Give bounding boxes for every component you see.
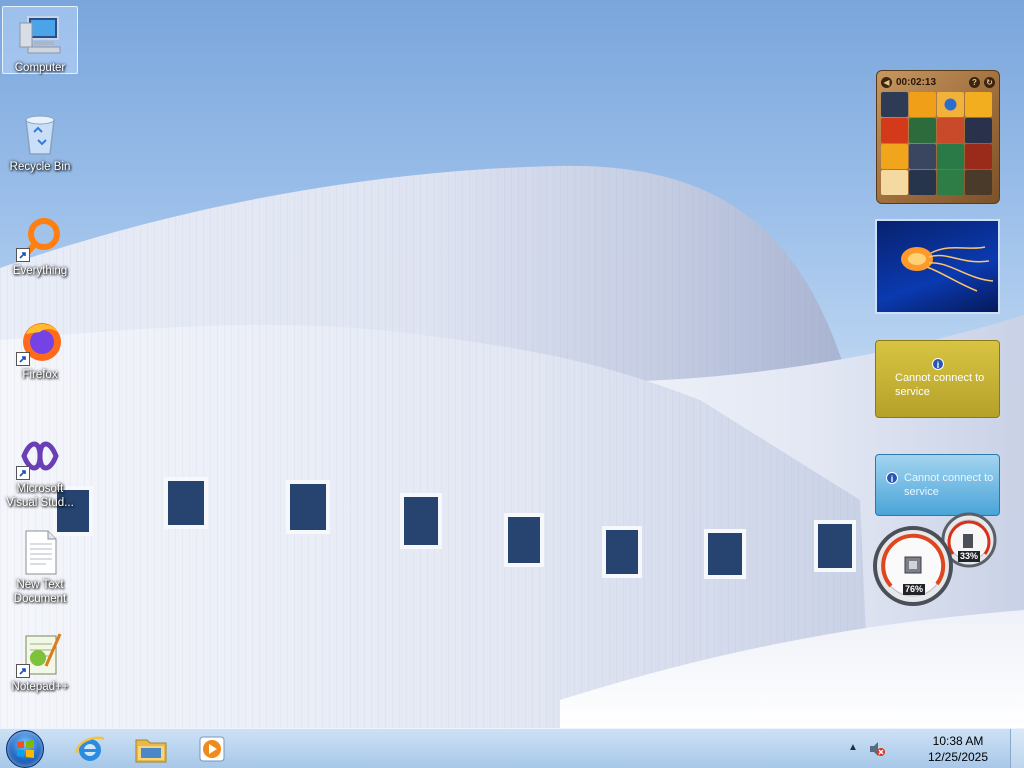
- jellyfish-image: [901, 246, 994, 292]
- desktop-icon-everything[interactable]: Everything: [2, 214, 78, 278]
- puzzle-tile[interactable]: [909, 144, 936, 169]
- desktop-icon-label: Everything: [12, 265, 68, 277]
- weather-error-message: Cannot connect to service: [895, 372, 985, 398]
- notification-area: ▲ 10:38 AM 12/25/2025: [834, 729, 1024, 768]
- firefox-icon: [16, 318, 64, 366]
- shortcut-arrow-icon: [16, 466, 30, 480]
- puzzle-tile[interactable]: [965, 118, 992, 143]
- feed-headlines-gadget[interactable]: i Cannot connect to service: [875, 454, 1000, 516]
- taskbar-windows-explorer[interactable]: [124, 731, 178, 767]
- desktop-icon-firefox[interactable]: Firefox: [2, 318, 78, 382]
- desktop-icon-label: Microsoft Visual Stud...: [6, 483, 74, 509]
- folder-icon: [135, 739, 167, 763]
- media-player-icon: [199, 736, 225, 762]
- memory-usage-value: 33%: [958, 551, 980, 562]
- puzzle-tile[interactable]: [965, 144, 992, 169]
- slide-show-gadget[interactable]: [875, 219, 1000, 314]
- notepad-plus-plus-icon: [16, 630, 64, 678]
- text-document-icon: [16, 528, 64, 576]
- puzzle-grid[interactable]: [881, 92, 995, 195]
- everything-search-icon: [16, 214, 64, 262]
- puzzle-tile[interactable]: [881, 118, 908, 143]
- show-desktop-button[interactable]: [1010, 729, 1024, 768]
- puzzle-tile[interactable]: [965, 170, 992, 195]
- cpu-meter-gadget[interactable]: 76% 33%: [873, 510, 999, 606]
- shortcut-arrow-icon: [16, 352, 30, 366]
- puzzle-tile[interactable]: [881, 170, 908, 195]
- desktop-icon-label: Firefox: [22, 369, 58, 381]
- desktop-icon-notepad-plus-plus[interactable]: Notepad++: [2, 630, 78, 694]
- shortcut-arrow-icon: [16, 664, 30, 678]
- puzzle-timer: 00:02:13: [896, 76, 937, 88]
- weather-gadget[interactable]: i Cannot connect to service: [875, 340, 1000, 418]
- info-icon: i: [932, 358, 944, 370]
- puzzle-tile[interactable]: [965, 92, 992, 117]
- desktop-wallpaper: [0, 165, 1024, 728]
- picture-puzzle-gadget[interactable]: ◀ 00:02:13 ? ↻: [876, 70, 1000, 204]
- show-hidden-icons-icon[interactable]: ▲: [848, 742, 858, 753]
- taskbar-internet-explorer[interactable]: [63, 731, 117, 767]
- computer-icon: [16, 11, 64, 59]
- desktop-icon-new-text-document[interactable]: New Text Document: [2, 528, 78, 606]
- info-icon: i: [886, 472, 898, 484]
- clock-date: 12/25/2025: [927, 750, 989, 764]
- desktop-icon-recycle-bin[interactable]: Recycle Bin: [2, 110, 78, 174]
- clock-time: 10:38 AM: [932, 734, 984, 748]
- windows-logo-icon: [17, 740, 34, 758]
- puzzle-tile[interactable]: [909, 170, 936, 195]
- desktop-icon-computer[interactable]: Computer: [2, 6, 78, 74]
- puzzle-tile[interactable]: [909, 92, 936, 117]
- desktop-icon-label: Notepad++: [11, 681, 69, 693]
- shuffle-icon[interactable]: ↻: [984, 76, 995, 88]
- internet-explorer-icon: [75, 736, 105, 761]
- puzzle-tile[interactable]: [937, 118, 964, 143]
- taskbar: ▲ 10:38 AM 12/25/2025: [0, 728, 1024, 768]
- puzzle-tile[interactable]: [881, 92, 908, 117]
- desktop-icon-label: New Text Document: [13, 579, 67, 605]
- pause-icon[interactable]: ◀: [881, 76, 892, 88]
- help-icon[interactable]: ?: [969, 76, 980, 88]
- desktop-icon-visual-studio[interactable]: Microsoft Visual Stud...: [2, 432, 78, 510]
- cpu-usage-value: 76%: [903, 584, 925, 595]
- puzzle-tile[interactable]: [937, 92, 964, 117]
- shortcut-arrow-icon: [16, 248, 30, 262]
- recycle-bin-icon: [16, 110, 64, 158]
- desktop-icon-label: Recycle Bin: [9, 161, 71, 173]
- feed-error-message: Cannot connect to service: [904, 472, 994, 498]
- puzzle-tile[interactable]: [937, 144, 964, 169]
- desktop-icon-label: Computer: [14, 62, 66, 74]
- visual-studio-icon: [16, 432, 64, 480]
- system-clock[interactable]: 10:38 AM 12/25/2025: [918, 733, 998, 765]
- puzzle-tile[interactable]: [937, 170, 964, 195]
- puzzle-tile[interactable]: [881, 144, 908, 169]
- cpu-meter-dials: [873, 512, 997, 606]
- start-button[interactable]: [6, 730, 44, 768]
- puzzle-tile[interactable]: [909, 118, 936, 143]
- taskbar-windows-media-player[interactable]: [185, 731, 239, 767]
- volume-muted-icon[interactable]: [868, 740, 886, 761]
